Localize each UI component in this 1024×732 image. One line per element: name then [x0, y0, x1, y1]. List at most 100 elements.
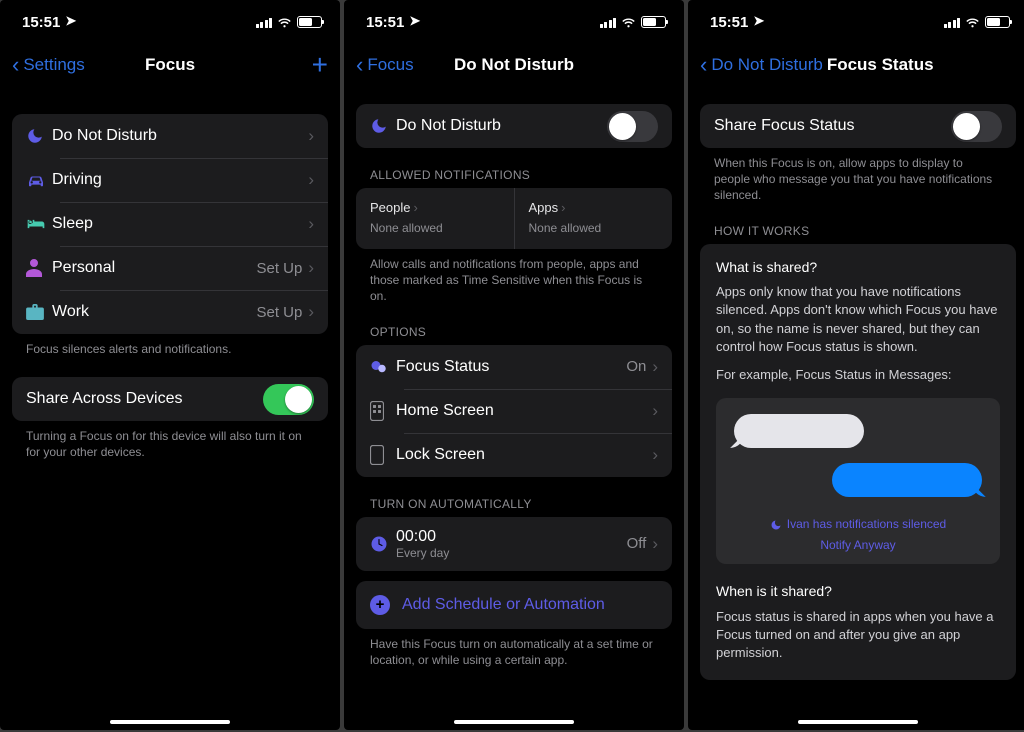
moon-icon: [370, 117, 396, 135]
cell-label: Share Focus Status: [714, 117, 951, 135]
cell-label: Share Across Devices: [26, 390, 263, 408]
car-icon: [26, 173, 52, 187]
lock-screen-icon: [370, 445, 396, 465]
page-title: Focus Status: [827, 55, 934, 75]
cell-label: Focus Status: [396, 358, 626, 376]
allowed-notifications-group: People› None allowed Apps› None allowed: [356, 188, 672, 249]
focus-modes-group: Do Not Disturb › Driving › Sleep › Perso…: [12, 114, 328, 334]
status-time: 15:51: [710, 14, 748, 31]
silenced-notice: Ivan has notifications silenced: [726, 516, 990, 533]
cellular-icon: [944, 17, 961, 28]
section-header: How It Works: [700, 204, 1016, 244]
mode-do-not-disturb[interactable]: Do Not Disturb ›: [12, 114, 328, 158]
add-schedule-group: + Add Schedule or Automation: [356, 581, 672, 629]
option-lock-screen[interactable]: Lock Screen ›: [356, 433, 672, 477]
how-it-works-box: What is shared? Apps only know that you …: [700, 244, 1016, 681]
share-devices-toggle[interactable]: [263, 384, 314, 415]
chevron-right-icon: ›: [308, 170, 314, 190]
location-icon: ➤: [753, 13, 764, 29]
home-indicator[interactable]: [798, 720, 918, 724]
section-footer: Focus silences alerts and notifications.: [12, 334, 328, 357]
phone-focus-status: 15:51 ➤ ‹ Do Not Disturb Focus Status Sh…: [688, 0, 1024, 730]
wifi-icon: [621, 15, 636, 30]
section-footer: Turning a Focus on for this device will …: [12, 421, 328, 460]
chevron-right-icon: ›: [652, 445, 658, 465]
cellular-icon: [600, 17, 617, 28]
moon-icon: [770, 519, 782, 531]
silenced-text: Ivan has notifications silenced: [787, 516, 946, 533]
share-focus-status-row[interactable]: Share Focus Status: [700, 104, 1016, 148]
bed-icon: [26, 217, 52, 231]
schedule-time-row[interactable]: 00:00 Every day Off ›: [356, 517, 672, 571]
chevron-left-icon: ‹: [356, 54, 363, 76]
home-indicator[interactable]: [110, 720, 230, 724]
mode-sleep[interactable]: Sleep ›: [12, 202, 328, 246]
section-footer: Have this Focus turn on automatically at…: [356, 629, 672, 668]
battery-icon: [297, 16, 322, 28]
home-screen-icon: [370, 401, 396, 421]
add-button[interactable]: +: [312, 49, 328, 81]
share-focus-toggle[interactable]: [951, 111, 1002, 142]
back-button[interactable]: ‹ Focus: [356, 54, 414, 76]
chevron-right-icon: ›: [308, 214, 314, 234]
cell-accessory: Set Up: [256, 260, 302, 277]
dnd-toggle-group: Do Not Disturb: [356, 104, 672, 148]
mode-personal[interactable]: Personal Set Up ›: [12, 246, 328, 290]
back-label: Do Not Disturb: [711, 55, 822, 75]
nav-bar: ‹ Focus Do Not Disturb: [344, 44, 684, 86]
chevron-right-icon: ›: [652, 534, 658, 554]
back-button[interactable]: ‹ Do Not Disturb: [700, 54, 823, 76]
status-bar: 15:51 ➤: [344, 0, 684, 44]
chevron-right-icon: ›: [308, 126, 314, 146]
message-bubble-outgoing: [832, 463, 982, 497]
phone-focus: 15:51 ➤ ‹ Settings Focus + Do Not Distur…: [0, 0, 340, 730]
share-focus-group: Share Focus Status: [700, 104, 1016, 148]
cell-label: Driving: [52, 171, 308, 189]
back-button[interactable]: ‹ Settings: [12, 54, 85, 76]
location-icon: ➤: [409, 13, 420, 29]
cell-label: Add Schedule or Automation: [402, 596, 605, 614]
share-across-devices-row[interactable]: Share Across Devices: [12, 377, 328, 421]
location-icon: ➤: [65, 13, 76, 29]
chevron-right-icon: ›: [652, 357, 658, 377]
section-footer: Allow calls and notifications from peopl…: [356, 249, 672, 305]
cell-accessory: On: [626, 358, 646, 375]
section-footer: When this Focus is on, allow apps to dis…: [700, 148, 1016, 204]
nav-bar: ‹ Settings Focus +: [0, 44, 340, 86]
when-is-shared-heading: When is it shared?: [716, 582, 1000, 602]
chevron-right-icon: ›: [561, 200, 565, 215]
chevron-right-icon: ›: [308, 258, 314, 278]
dnd-toggle[interactable]: [607, 111, 658, 142]
mode-driving[interactable]: Driving ›: [12, 158, 328, 202]
plus-circle-icon: +: [370, 595, 390, 615]
cell-label: Home Screen: [396, 402, 652, 420]
schedule-time: 00:00: [396, 528, 449, 546]
cell-accessory: Set Up: [256, 304, 302, 321]
allowed-apps[interactable]: Apps› None allowed: [515, 188, 673, 249]
cell-accessory: Off: [627, 535, 647, 552]
cell-label: Do Not Disturb: [396, 117, 607, 135]
section-header: Options: [356, 305, 672, 345]
back-label: Settings: [23, 55, 84, 75]
person-icon: [26, 259, 52, 277]
schedule-group: 00:00 Every day Off ›: [356, 517, 672, 571]
options-group: Focus Status On › Home Screen › Lock Scr…: [356, 345, 672, 477]
chevron-right-icon: ›: [652, 401, 658, 421]
home-indicator[interactable]: [454, 720, 574, 724]
cell-label: People: [370, 200, 410, 215]
add-schedule-row[interactable]: + Add Schedule or Automation: [356, 581, 672, 629]
dnd-toggle-row[interactable]: Do Not Disturb: [356, 104, 672, 148]
moon-icon: [26, 127, 52, 145]
notify-anyway-link[interactable]: Notify Anyway: [726, 537, 990, 554]
status-bar: 15:51 ➤: [688, 0, 1024, 44]
wifi-icon: [965, 15, 980, 30]
chevron-left-icon: ‹: [700, 54, 707, 76]
allowed-people[interactable]: People› None allowed: [356, 188, 515, 249]
nav-bar: ‹ Do Not Disturb Focus Status: [688, 44, 1024, 86]
battery-icon: [985, 16, 1010, 28]
schedule-subtitle: Every day: [396, 546, 449, 560]
option-home-screen[interactable]: Home Screen ›: [356, 389, 672, 433]
cell-label: Personal: [52, 259, 256, 277]
mode-work[interactable]: Work Set Up ›: [12, 290, 328, 334]
option-focus-status[interactable]: Focus Status On ›: [356, 345, 672, 389]
